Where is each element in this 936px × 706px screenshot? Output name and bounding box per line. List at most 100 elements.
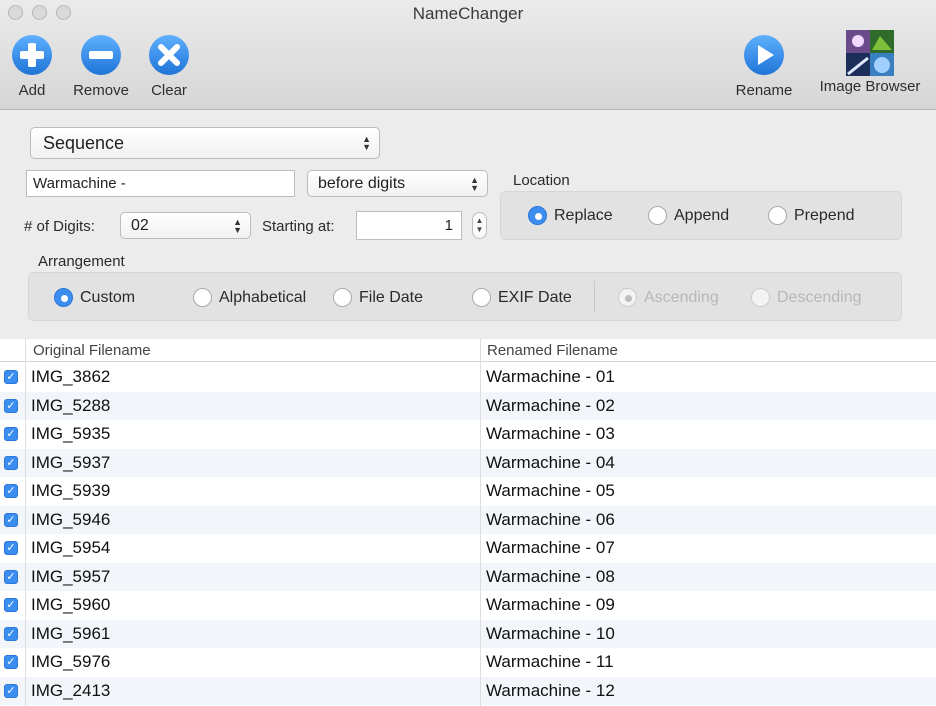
row-checkbox[interactable]: ✓: [4, 398, 18, 413]
row-checkbox[interactable]: ✓: [4, 541, 18, 556]
chevron-updown-icon: ▲ ▼: [233, 216, 242, 235]
original-filename-cell: IMG_5961: [31, 623, 111, 643]
text-field[interactable]: Warmachine -: [26, 170, 295, 197]
window-title: NameChanger: [412, 4, 524, 23]
digits-select-value: 02: [131, 216, 149, 234]
checkmark-icon: ✓: [6, 513, 16, 526]
rename-label: Rename: [735, 82, 793, 99]
file-table: Original Filename Renamed Filename ✓ IMG_…: [0, 339, 936, 706]
location-append-label: Append: [674, 206, 730, 224]
row-checkbox[interactable]: ✓: [4, 484, 18, 499]
arrangement-alphabetical-radio[interactable]: Alphabetical: [193, 288, 306, 307]
column-header-original[interactable]: Original Filename: [33, 342, 151, 359]
add-icon: [12, 35, 52, 75]
original-filename-cell: IMG_5957: [31, 566, 111, 586]
row-checkbox[interactable]: ✓: [4, 455, 18, 470]
arrangement-exifdate-radio[interactable]: EXIF Date: [472, 288, 572, 307]
renamed-filename-cell: Warmachine - 05: [486, 481, 615, 501]
original-filename-cell: IMG_5954: [31, 538, 111, 558]
order-ascending-label: Ascending: [644, 288, 719, 306]
radio-selected-icon: [54, 288, 73, 307]
location-label: Location: [513, 172, 570, 189]
renamed-filename-cell: Warmachine - 07: [486, 538, 615, 558]
radio-unselected-icon: [472, 288, 491, 307]
rename-button[interactable]: Rename: [728, 34, 800, 99]
column-header-renamed[interactable]: Renamed Filename: [487, 342, 618, 359]
row-checkbox[interactable]: ✓: [4, 370, 18, 385]
original-filename-cell: IMG_3862: [31, 367, 111, 387]
clear-icon: [149, 35, 189, 75]
table-row[interactable]: ✓ IMG_5954 Warmachine - 07: [0, 534, 936, 563]
table-header: Original Filename Renamed Filename: [0, 339, 936, 362]
image-browser-button[interactable]: Image Browser: [808, 30, 932, 95]
row-checkbox[interactable]: ✓: [4, 512, 18, 527]
radio-unselected-icon: [333, 288, 352, 307]
column-divider: [480, 339, 481, 706]
location-prepend-radio[interactable]: Prepend: [768, 206, 855, 225]
arrangement-filedate-label: File Date: [359, 288, 424, 306]
table-row[interactable]: ✓ IMG_2413 Warmachine - 12: [0, 676, 936, 705]
renamed-filename-cell: Warmachine - 01: [486, 367, 615, 387]
checkmark-icon: ✓: [6, 456, 16, 469]
renamed-filename-cell: Warmachine - 11: [486, 652, 614, 672]
original-filename-cell: IMG_5288: [31, 395, 111, 415]
remove-button[interactable]: Remove: [66, 34, 136, 99]
table-row[interactable]: ✓ IMG_5961 Warmachine - 10: [0, 619, 936, 648]
renamed-filename-cell: Warmachine - 08: [486, 566, 615, 586]
row-checkbox[interactable]: ✓: [4, 655, 18, 670]
renamed-filename-cell: Warmachine - 03: [486, 424, 615, 444]
table-row[interactable]: ✓ IMG_5937 Warmachine - 04: [0, 448, 936, 477]
table-row[interactable]: ✓ IMG_5935 Warmachine - 03: [0, 420, 936, 449]
checkmark-icon: ✓: [6, 627, 16, 640]
image-browser-label: Image Browser: [819, 78, 921, 95]
table-row[interactable]: ✓ IMG_5939 Warmachine - 05: [0, 477, 936, 506]
row-checkbox[interactable]: ✓: [4, 598, 18, 613]
clear-button[interactable]: Clear: [146, 34, 192, 99]
location-append-radio[interactable]: Append: [648, 206, 729, 225]
checkmark-icon: ✓: [6, 485, 16, 498]
table-row[interactable]: ✓ IMG_3862 Warmachine - 01: [0, 363, 936, 392]
row-checkbox[interactable]: ✓: [4, 569, 18, 584]
radio-unselected-icon: [768, 206, 787, 225]
table-row[interactable]: ✓ IMG_5946 Warmachine - 06: [0, 505, 936, 534]
radio-disabled-selected-icon: [618, 288, 637, 307]
renamed-filename-cell: Warmachine - 09: [486, 595, 615, 615]
checkmark-icon: ✓: [6, 428, 16, 441]
location-prepend-label: Prepend: [794, 206, 855, 224]
order-descending-label: Descending: [777, 288, 862, 306]
image-browser-icon: [846, 30, 894, 76]
location-replace-radio[interactable]: Replace: [528, 206, 613, 225]
radio-disabled-icon: [751, 288, 770, 307]
location-replace-label: Replace: [554, 206, 613, 224]
row-checkbox[interactable]: ✓: [4, 427, 18, 442]
position-select[interactable]: before digits ▲ ▼: [307, 170, 488, 197]
arrangement-filedate-radio[interactable]: File Date: [333, 288, 423, 307]
mode-select[interactable]: Sequence ▲ ▼: [30, 127, 380, 159]
original-filename-cell: IMG_5976: [31, 652, 111, 672]
position-select-value: before digits: [318, 174, 406, 192]
mode-select-value: Sequence: [43, 132, 125, 153]
row-checkbox[interactable]: ✓: [4, 683, 18, 698]
original-filename-cell: IMG_5939: [31, 481, 111, 501]
checkmark-icon: ✓: [6, 599, 16, 612]
order-ascending-radio: Ascending: [618, 288, 719, 307]
starting-label: Starting at:: [262, 218, 335, 235]
row-checkbox[interactable]: ✓: [4, 626, 18, 641]
rename-icon: [744, 35, 784, 75]
add-label: Add: [18, 82, 46, 99]
order-descending-radio: Descending: [751, 288, 862, 307]
starting-field[interactable]: 1: [356, 211, 462, 240]
chevron-updown-icon: ▲ ▼: [362, 134, 371, 152]
digits-select[interactable]: 02 ▲ ▼: [120, 212, 251, 239]
table-row[interactable]: ✓ IMG_5960 Warmachine - 09: [0, 591, 936, 620]
chevron-updown-icon: ▲ ▼: [470, 174, 479, 193]
table-row[interactable]: ✓ IMG_5288 Warmachine - 02: [0, 391, 936, 420]
checkmark-icon: ✓: [6, 371, 16, 384]
starting-stepper[interactable]: ▲ ▼: [472, 212, 487, 239]
table-row[interactable]: ✓ IMG_5957 Warmachine - 08: [0, 562, 936, 591]
arrangement-exifdate-label: EXIF Date: [498, 288, 572, 306]
renamed-filename-cell: Warmachine - 10: [486, 623, 615, 643]
table-row[interactable]: ✓ IMG_5976 Warmachine - 11: [0, 648, 936, 677]
add-button[interactable]: Add: [9, 34, 55, 99]
arrangement-custom-radio[interactable]: Custom: [54, 288, 135, 307]
